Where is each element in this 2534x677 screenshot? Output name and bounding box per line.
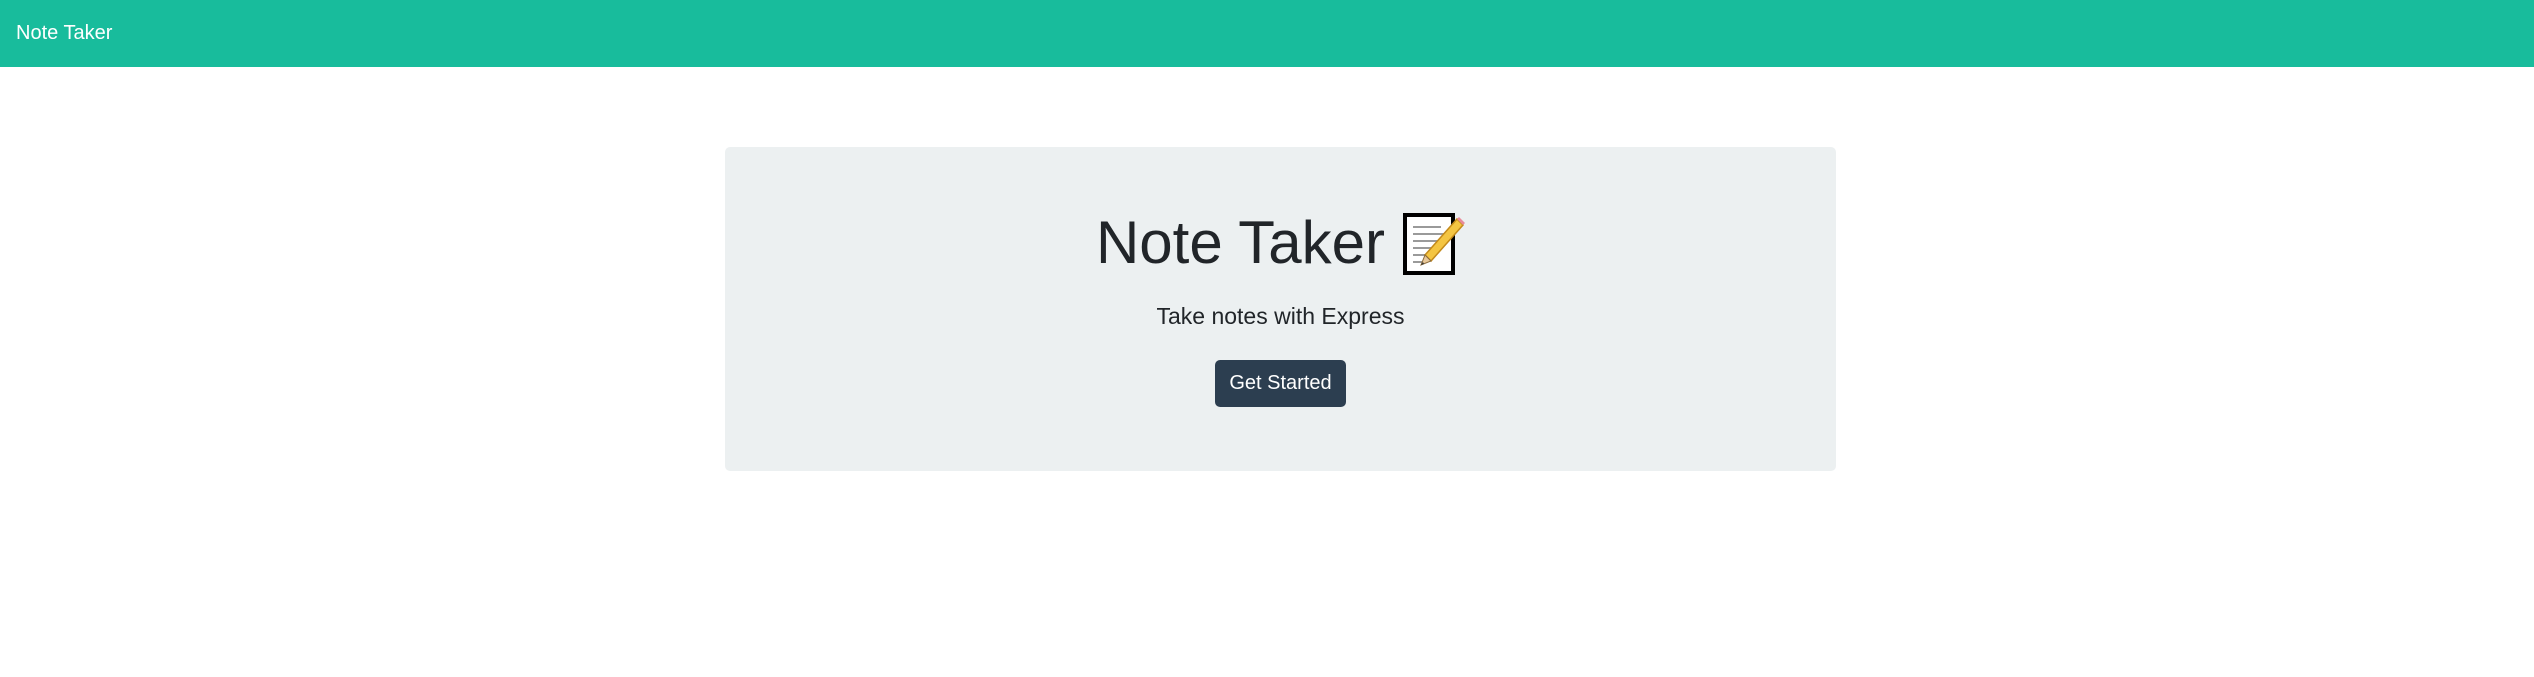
navbar-brand-link[interactable]: Note Taker — [16, 22, 112, 45]
get-started-button[interactable]: Get Started — [1215, 360, 1346, 407]
navbar: Note Taker — [0, 0, 2534, 67]
page-title: Note Taker — [725, 207, 1836, 279]
hero-panel: Note Taker Take notes with Express Get S… — [725, 147, 1836, 471]
memo-icon — [1401, 213, 1466, 277]
page-title-text: Note Taker — [1095, 209, 1386, 276]
page-subtitle: Take notes with Express — [1156, 303, 1405, 329]
